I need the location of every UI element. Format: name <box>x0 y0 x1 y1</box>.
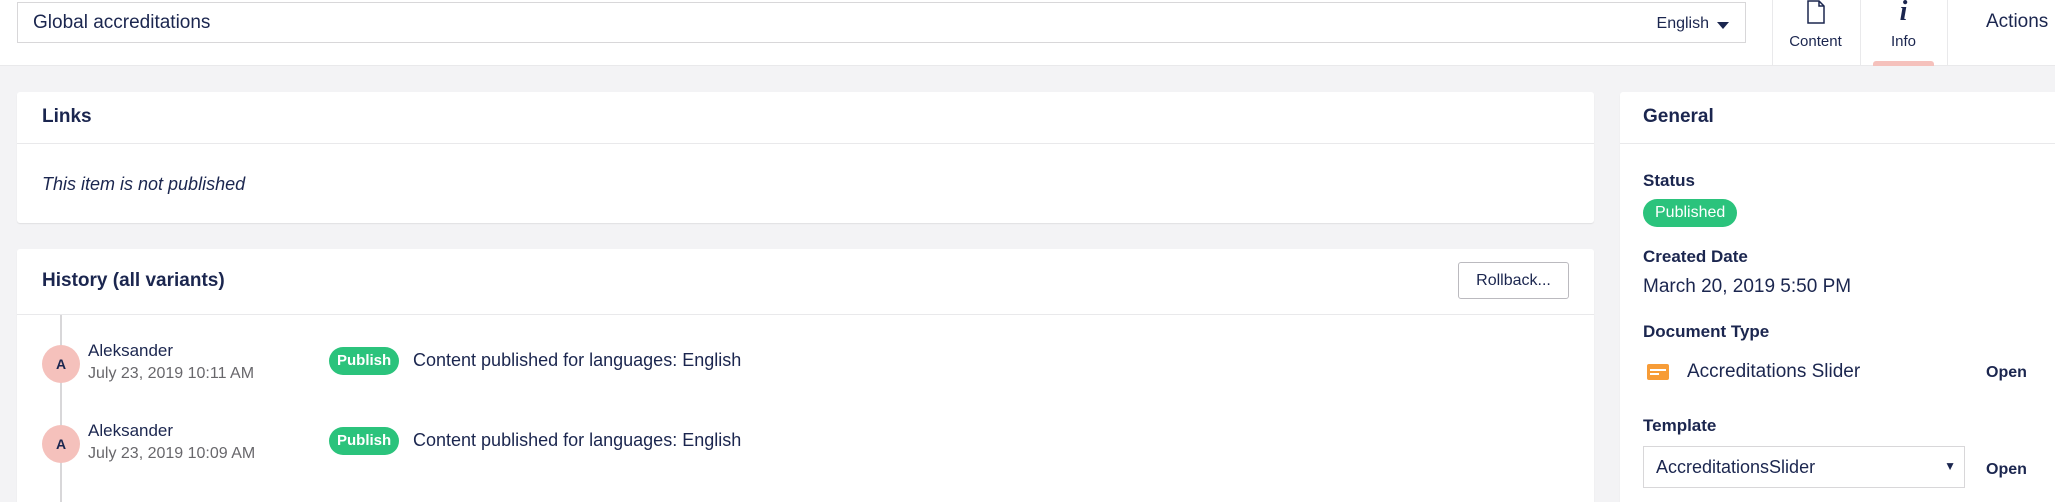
history-user: Aleksander <box>88 341 174 360</box>
history-message: Content published for languages: English <box>413 430 742 450</box>
active-tab-indicator <box>1873 61 1934 66</box>
open-template-link[interactable]: Open <box>1986 461 2027 479</box>
general-title: General <box>1643 106 1714 127</box>
language-label[interactable]: English <box>1657 15 1709 33</box>
open-document-type-link[interactable]: Open <box>1986 364 2027 382</box>
document-type-value: Accreditations Slider <box>1687 361 1861 382</box>
language-dropdown[interactable]: English <box>1657 15 1729 33</box>
chevron-down-icon: ▼ <box>1944 459 1956 473</box>
actions-menu-button[interactable]: Actions <box>1947 0 2055 66</box>
links-title: Links <box>42 106 92 127</box>
history-panel-header: History (all variants) Rollback... <box>17 249 1594 315</box>
history-panel: History (all variants) Rollback... A Ale… <box>17 249 1594 502</box>
history-title: History (all variants) <box>42 270 225 291</box>
history-date: July 23, 2019 10:09 AM <box>88 445 256 462</box>
created-date-label: Created Date <box>1643 247 1748 266</box>
general-panel-header: General <box>1620 92 2055 144</box>
template-select[interactable]: AccreditationsSlider ▼ <box>1643 446 1965 488</box>
publish-badge: Publish <box>329 427 400 455</box>
status-label: Status <box>1643 171 1695 190</box>
general-panel: General Status Published Created Date Ma… <box>1620 92 2055 502</box>
history-message: Content published for languages: English <box>413 350 742 370</box>
document-icon <box>1773 0 1858 28</box>
template-selected-value: AccreditationsSlider <box>1656 457 1816 477</box>
links-panel: Links This item is not published <box>17 92 1594 223</box>
document-name[interactable]: Global accreditations <box>33 12 210 34</box>
history-entry: A Aleksander July 23, 2019 10:11 AM Publ… <box>17 341 1594 405</box>
tab-content[interactable]: Content <box>1772 0 1858 66</box>
rollback-button[interactable]: Rollback... <box>1458 262 1569 299</box>
status-badge: Published <box>1643 199 1738 227</box>
history-user: Aleksander <box>88 421 174 440</box>
history-entry: A Aleksander July 23, 2019 10:09 AM Publ… <box>17 421 1594 485</box>
document-type-label: Document Type <box>1643 322 1770 341</box>
not-published-message: This item is not published <box>42 174 246 194</box>
document-type-icon <box>1647 364 1669 380</box>
tab-content-label: Content <box>1789 33 1842 50</box>
history-date: July 23, 2019 10:11 AM <box>88 365 255 382</box>
links-panel-header: Links <box>17 92 1594 144</box>
actions-label: Actions <box>1986 11 2049 32</box>
template-label: Template <box>1643 416 1717 435</box>
info-icon: i <box>1899 0 1908 27</box>
created-date-value: March 20, 2019 5:50 PM <box>1643 276 1852 297</box>
editor-header: Global accreditations English Content i … <box>0 0 2055 66</box>
document-name-input[interactable]: Global accreditations English <box>17 2 1746 43</box>
tab-info[interactable]: i Info <box>1860 0 1946 66</box>
avatar: A <box>42 425 80 463</box>
tab-info-label: Info <box>1890 33 1917 50</box>
publish-badge: Publish <box>329 347 400 375</box>
avatar: A <box>42 345 80 383</box>
chevron-down-icon[interactable] <box>1717 21 1729 29</box>
